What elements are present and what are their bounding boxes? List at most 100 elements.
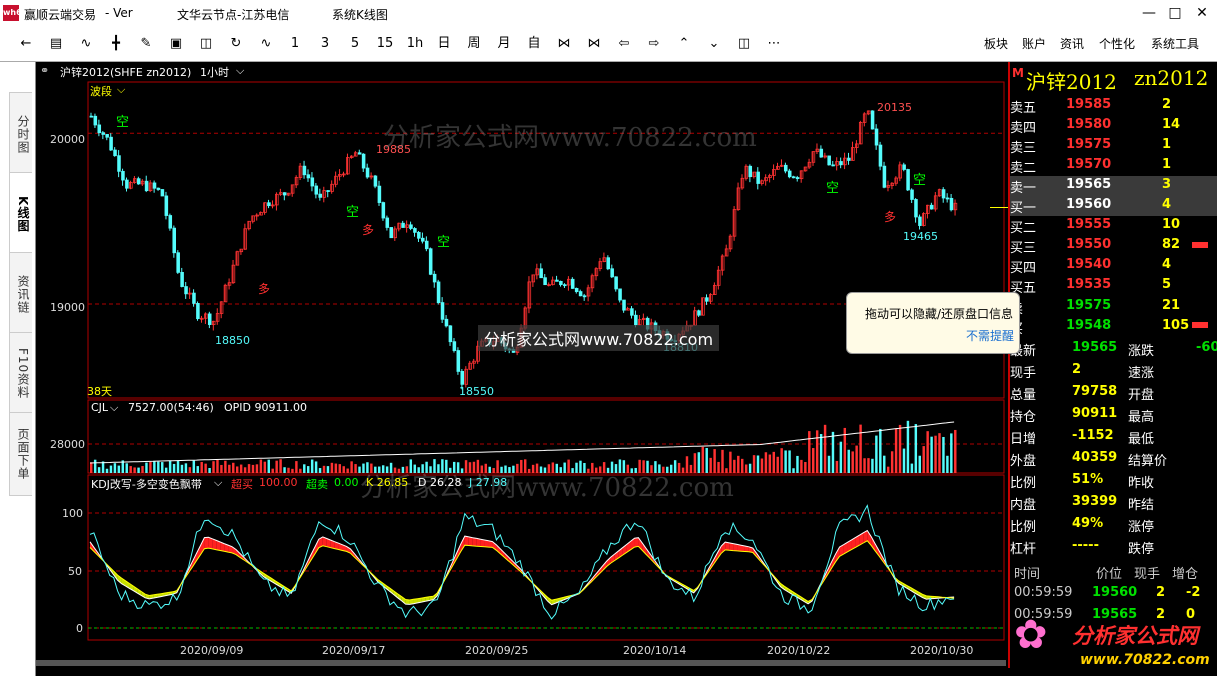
volume-bar bbox=[275, 460, 278, 473]
pen-icon[interactable]: ∿ bbox=[256, 35, 276, 53]
tooltip-dismiss-link[interactable]: 不需提醒 bbox=[966, 327, 1014, 344]
candle-body bbox=[144, 180, 149, 192]
stat-row[interactable]: 杠杆 ----- 跌停 bbox=[1010, 537, 1217, 557]
chart-area[interactable] bbox=[36, 78, 1008, 668]
volume-bar bbox=[232, 462, 235, 473]
ask-row[interactable]: 卖三 19575 1 bbox=[1010, 136, 1217, 156]
short-signal: 空 bbox=[913, 173, 927, 188]
chevron-down-icon[interactable]: ⌵ bbox=[110, 401, 118, 415]
period-1h-button[interactable]: 1h bbox=[404, 35, 426, 53]
stat-row[interactable]: 持仓 90911 最高 bbox=[1010, 405, 1217, 425]
period-week-button[interactable]: 周 bbox=[464, 35, 484, 53]
bid-row[interactable]: 买五 19535 5 bbox=[1010, 276, 1217, 296]
ask-row[interactable]: 卖五 19585 2 bbox=[1010, 96, 1217, 116]
ticks-header[interactable]: 时间 价位 现手 增仓 bbox=[1010, 562, 1217, 582]
save-icon[interactable]: ◫ bbox=[196, 35, 216, 53]
tab-f10[interactable]: F10资料 bbox=[9, 332, 32, 416]
period-custom-button[interactable]: 自 bbox=[524, 35, 544, 53]
tab-news-chain[interactable]: 资讯链 bbox=[9, 252, 32, 336]
stat-row[interactable]: 比例 49% 涨停 bbox=[1010, 515, 1217, 535]
bid-row[interactable]: 买一 19560 4 bbox=[1010, 196, 1217, 216]
menu-sector[interactable]: 板块 bbox=[984, 35, 1008, 52]
ask-row[interactable]: 卖一 19565 3 bbox=[1010, 176, 1217, 196]
timeline-icon[interactable]: ∿ bbox=[76, 35, 96, 53]
back-icon[interactable]: ← bbox=[16, 35, 36, 53]
indicator-label[interactable]: 波段 bbox=[90, 83, 112, 99]
draw-icon[interactable]: ✎ bbox=[136, 35, 156, 53]
period-month-button[interactable]: 月 bbox=[494, 35, 514, 53]
volume-bar bbox=[216, 459, 219, 473]
stat-row[interactable]: 总量 79758 开盘 bbox=[1010, 383, 1217, 403]
buy-summary-row[interactable]: 买19548105 bbox=[1010, 317, 1217, 337]
sell-summary-row[interactable]: 卖1957521 bbox=[1010, 297, 1217, 317]
toolbar: ← ▤ ∿ ╋ ✎ ▣ ◫ ↻ ∿ 1 3 5 15 1h 日 周 月 自 ⋈ … bbox=[0, 27, 1217, 62]
volume-bar bbox=[784, 450, 787, 473]
kline-icon[interactable]: ╋ bbox=[106, 35, 126, 53]
candle-body bbox=[417, 231, 421, 239]
tab-kline[interactable]: K线图 bbox=[9, 172, 32, 256]
candle-body bbox=[440, 302, 445, 320]
close-icon[interactable]: ✕ bbox=[1189, 2, 1215, 24]
volume-bar bbox=[808, 431, 811, 473]
minimize-icon[interactable]: — bbox=[1136, 2, 1162, 24]
period-15m-button[interactable]: 15 bbox=[374, 35, 396, 53]
menu-news[interactable]: 资讯 bbox=[1060, 35, 1084, 52]
indicator-chevron-icon[interactable]: ⌵ bbox=[117, 83, 125, 97]
bid-volume: 82 bbox=[1162, 237, 1181, 252]
volume-bar bbox=[839, 441, 843, 473]
left-arrow-icon[interactable]: ⇦ bbox=[614, 35, 634, 53]
ask-row[interactable]: 卖二 19570 1 bbox=[1010, 156, 1217, 176]
chevron-down-icon[interactable]: ⌵ bbox=[214, 476, 222, 490]
refresh-icon[interactable]: ↻ bbox=[226, 35, 246, 53]
report-icon[interactable]: ▣ bbox=[166, 35, 186, 53]
menu-account[interactable]: 账户 bbox=[1022, 35, 1046, 52]
horizontal-scrollbar[interactable] bbox=[36, 660, 1006, 666]
tab-order[interactable]: 页面下单 bbox=[9, 412, 32, 496]
zoom-in-icon[interactable]: ⋈ bbox=[584, 35, 604, 53]
period-1m-button[interactable]: 1 bbox=[286, 35, 304, 53]
volume-bar bbox=[263, 461, 267, 473]
app-title: 赢顺云端交易 bbox=[24, 8, 97, 22]
zoom-out-icon[interactable]: ⋈ bbox=[554, 35, 574, 53]
volume-bar bbox=[346, 468, 349, 473]
ask-row[interactable]: 卖四 19580 14 bbox=[1010, 116, 1217, 136]
up-chevron-icon[interactable]: ⌃ bbox=[674, 35, 694, 53]
layout-icon[interactable]: ◫ bbox=[734, 35, 754, 53]
link-icon[interactable]: ⚭ bbox=[40, 64, 49, 77]
quote-list-icon[interactable]: ▤ bbox=[46, 35, 66, 53]
stat-label: 杠杆 bbox=[1010, 542, 1037, 557]
chevron-down-icon[interactable]: ⌵ bbox=[236, 64, 244, 78]
period-5m-button[interactable]: 5 bbox=[346, 35, 364, 53]
kdj-indicator-name[interactable]: KDJ改写-多空变色飘带 bbox=[91, 476, 202, 492]
stat-label: 总量 bbox=[1010, 388, 1037, 403]
stat-row[interactable]: 外盘 40359 结算价 bbox=[1010, 449, 1217, 469]
bid-row[interactable]: 买二 19555 10 bbox=[1010, 216, 1217, 236]
x-tick-label: 2020/10/14 bbox=[623, 644, 687, 657]
menu-system-tools[interactable]: 系统工具 bbox=[1151, 35, 1199, 52]
tab-timeline[interactable]: 分时图 bbox=[9, 92, 32, 176]
period-3m-button[interactable]: 3 bbox=[316, 35, 334, 53]
bid-row[interactable]: 买四 19540 4 bbox=[1010, 256, 1217, 276]
right-arrow-icon[interactable]: ⇨ bbox=[644, 35, 664, 53]
stat-row[interactable]: 日增 -1152 最低 bbox=[1010, 427, 1217, 447]
volume-bar bbox=[879, 428, 882, 473]
menu-personalize[interactable]: 个性化 bbox=[1099, 35, 1135, 52]
stat-row[interactable]: 最新19565涨跌-60/ bbox=[1010, 339, 1217, 359]
candle-body bbox=[870, 110, 875, 130]
period-day-button[interactable]: 日 bbox=[434, 35, 454, 53]
more-icon[interactable]: ⋯ bbox=[764, 35, 784, 53]
candle-body bbox=[172, 227, 176, 254]
stat-row[interactable]: 比例 51% 昨收 bbox=[1010, 471, 1217, 491]
tick-row[interactable]: 00:59:59 19560 2 -2 bbox=[1010, 584, 1217, 604]
down-chevron-icon[interactable]: ⌄ bbox=[704, 35, 724, 53]
volume-bar bbox=[149, 461, 152, 473]
bid-label: 买四 bbox=[1010, 261, 1037, 276]
volume-indicator-name[interactable]: CJL bbox=[91, 401, 108, 414]
ask-price: 19580 bbox=[1066, 117, 1112, 132]
bid-row[interactable]: 买三 19550 82 bbox=[1010, 236, 1217, 256]
volume-bar bbox=[164, 467, 168, 473]
stat-row[interactable]: 现手 2 速涨 bbox=[1010, 361, 1217, 381]
ask-volume: 3 bbox=[1162, 177, 1172, 192]
stat-row[interactable]: 内盘 39399 昨结 bbox=[1010, 493, 1217, 513]
maximize-icon[interactable]: □ bbox=[1162, 2, 1188, 24]
